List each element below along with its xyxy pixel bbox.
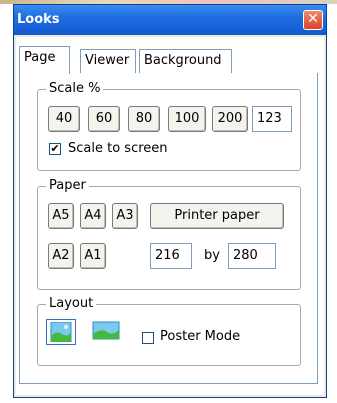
scale-100-button[interactable]: 100 <box>168 106 206 132</box>
scale-40-button[interactable]: 40 <box>48 106 80 132</box>
landscape-image-icon <box>92 321 120 340</box>
window-title: Looks <box>17 12 60 27</box>
poster-mode-checkbox[interactable] <box>142 332 154 344</box>
scale-legend: Scale % <box>46 81 104 96</box>
paper-a2-button[interactable]: A2 <box>48 243 74 269</box>
layout-group: Layout Poster Mode <box>37 296 301 366</box>
scale-group: Scale % 40 60 80 100 200 123 ✔ Scale to … <box>37 81 301 171</box>
paper-legend: Paper <box>46 178 89 193</box>
tab-page-label: Page <box>24 50 56 65</box>
paper-a3-button[interactable]: A3 <box>112 203 138 229</box>
scale-value-input[interactable]: 123 <box>252 106 292 132</box>
title-bar[interactable]: Looks ✕ <box>14 5 326 35</box>
tab-background-label: Background <box>144 53 222 68</box>
scale-200-button[interactable]: 200 <box>212 106 248 132</box>
paper-width-input[interactable]: 216 <box>150 243 192 269</box>
scale-80-button[interactable]: 80 <box>128 106 160 132</box>
scale-60-button[interactable]: 60 <box>88 106 120 132</box>
paper-a4-button[interactable]: A4 <box>80 203 106 229</box>
portrait-landscape-image-icon <box>50 321 72 343</box>
close-button[interactable]: ✕ <box>303 10 323 30</box>
printer-paper-button[interactable]: Printer paper <box>150 203 284 229</box>
poster-mode-label: Poster Mode <box>160 329 241 344</box>
layout-legend: Layout <box>46 296 97 311</box>
landscape-orientation-button[interactable] <box>92 319 122 345</box>
tab-viewer-label: Viewer <box>85 53 130 68</box>
page-tab-content: Scale % 40 60 80 100 200 123 ✔ Scale to … <box>19 73 318 384</box>
paper-a5-button[interactable]: A5 <box>48 203 74 229</box>
scale-to-screen-label: Scale to screen <box>68 141 168 156</box>
tab-background[interactable]: Background <box>139 49 232 73</box>
tab-page[interactable]: Page <box>19 46 70 74</box>
scale-to-screen-checkbox[interactable]: ✔ <box>49 143 61 155</box>
paper-group: Paper A5 A4 A3 Printer paper A2 A1 216 b… <box>37 178 301 290</box>
paper-a1-button[interactable]: A1 <box>80 243 106 269</box>
portrait-orientation-button[interactable] <box>46 319 76 345</box>
tab-viewer[interactable]: Viewer <box>80 49 136 73</box>
by-label: by <box>204 248 220 263</box>
paper-height-input[interactable]: 280 <box>228 243 276 269</box>
